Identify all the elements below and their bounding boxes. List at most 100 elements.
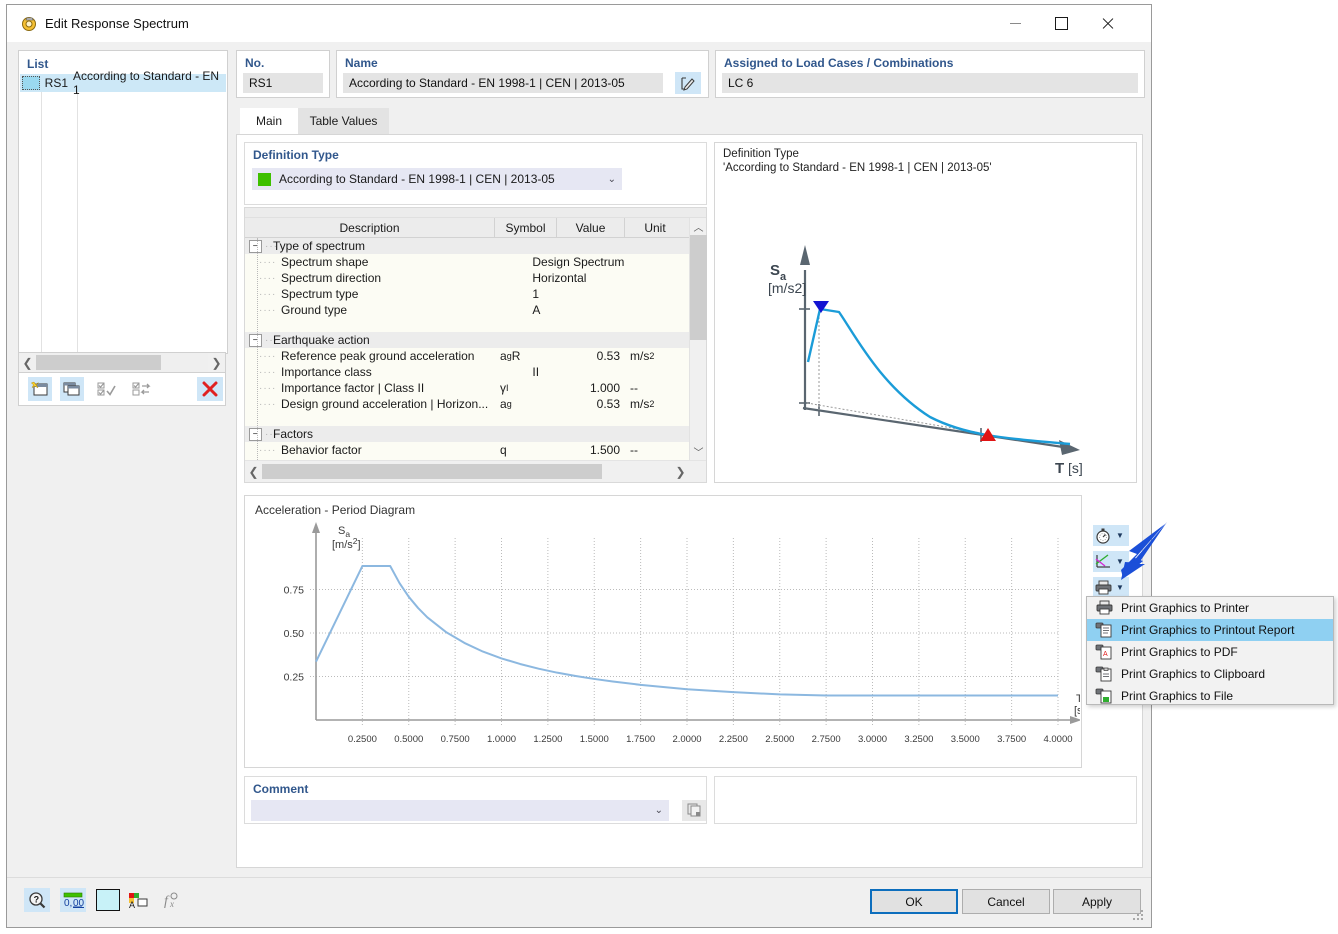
invert-selection-button[interactable] [130, 377, 154, 401]
vertical-scrollbar-thumb[interactable] [690, 235, 707, 340]
context-menu-item[interactable]: A Print Graphics to PDF [1087, 641, 1333, 663]
color-button[interactable] [95, 888, 121, 912]
cell-symbol: γI [500, 381, 509, 395]
table-row[interactable]: ···· Ground type A [245, 302, 691, 318]
delete-item-button[interactable] [197, 377, 223, 401]
cell-value[interactable]: 1.000 [557, 381, 625, 395]
diagram-canvas[interactable]: 0.25 0.50 0.75 0.2500 0.5000 0.7500 1.0000 1.25… [246, 520, 1086, 766]
ok-button[interactable]: OK [870, 889, 958, 914]
tab-main[interactable]: Main [240, 108, 298, 134]
no-label: No. [245, 56, 265, 70]
table-row[interactable]: ···· Spectrum direction Horizontal [245, 270, 691, 286]
cell-description-text: Spectrum shape [281, 255, 369, 269]
edit-name-button[interactable] [675, 72, 701, 94]
apply-button[interactable]: Apply [1053, 889, 1141, 914]
print-graphics-context-menu[interactable]: Print Graphics to Printer Print Graphics … [1086, 596, 1334, 705]
list-item[interactable]: RS1 According to Standard - EN 1 [20, 69, 226, 97]
formula-button[interactable]: f x [158, 888, 184, 912]
cell-value[interactable]: 1 [527, 287, 636, 301]
tree-guide-line [257, 238, 259, 460]
table-row[interactable]: ···· Reference peak ground acceleration a g… [245, 348, 691, 364]
cell-description-text: Reference peak ground acceleration [281, 349, 475, 363]
scrollbar-thumb[interactable] [36, 355, 161, 370]
context-menu-item[interactable]: Print Graphics to Clipboard [1087, 663, 1333, 685]
table-group-row[interactable]: − ··· Factors [245, 426, 691, 442]
table-row[interactable]: ···· Design ground acceleration | Horizon… [245, 396, 691, 412]
table-horizontal-scrollbar[interactable]: ❮ ❯ [245, 460, 706, 482]
column-header-description[interactable]: Description [245, 218, 495, 238]
units-button[interactable]: 0, 00 [60, 888, 86, 912]
new-item-button[interactable] [28, 377, 52, 401]
print-report-icon [1087, 622, 1121, 638]
minimize-button[interactable] [992, 5, 1038, 42]
list-horizontal-scrollbar[interactable]: ❮ ❯ [18, 352, 226, 373]
collapse-icon[interactable]: − [249, 333, 262, 347]
table-row[interactable]: ···· Behavior factor q 1.500 -- [245, 442, 691, 458]
chevron-down-icon[interactable]: ▼ [1113, 583, 1127, 592]
column-header-symbol[interactable]: Symbol [495, 218, 557, 238]
maximize-button[interactable] [1038, 5, 1084, 42]
info-button[interactable]: ? [24, 888, 50, 912]
cell-value[interactable]: II [527, 365, 636, 379]
print-graphics-button[interactable]: ▼ [1093, 577, 1129, 598]
tab-table-values[interactable]: Table Values [298, 108, 389, 134]
name-input[interactable]: According to Standard - EN 1998-1 | CEN … [343, 73, 663, 93]
chart-svg: 0.25 0.50 0.75 0.2500 0.5000 0.7500 1.0000 1.25… [284, 522, 1086, 745]
column-header-value[interactable]: Value [557, 218, 625, 238]
scroll-right-icon[interactable]: ❯ [208, 353, 225, 372]
comment-select[interactable]: ⌄ [251, 800, 669, 821]
context-menu-item[interactable]: Print Graphics to File [1087, 685, 1333, 707]
table-hscrollbar-thumb[interactable] [262, 464, 602, 479]
definition-type-selected-value: According to Standard - EN 1998-1 | CEN … [279, 172, 555, 186]
cell-value[interactable]: 1.500 [557, 443, 625, 457]
cell-value[interactable]: Horizontal [527, 271, 636, 285]
table-scroll-right-icon[interactable]: ❯ [672, 462, 689, 481]
cell-value[interactable]: 0.53 [557, 397, 625, 411]
x-axis-tick-label: 2.5000 [765, 734, 794, 745]
print-file-icon [1087, 688, 1121, 704]
no-input[interactable]: RS1 [243, 73, 323, 93]
table-row[interactable]: ···· Spectrum shape Design Spectrum [245, 254, 691, 270]
table-group-row[interactable]: − ··· Earthquake action [245, 332, 691, 348]
definition-type-select[interactable]: According to Standard - EN 1998-1 | CEN … [252, 168, 622, 190]
tab-table-values-label: Table Values [309, 114, 378, 128]
table-row[interactable]: ···· Spectrum type 1 [245, 286, 691, 302]
cell-value[interactable]: 0.53 [557, 349, 625, 363]
chevron-down-icon[interactable]: ▼ [1113, 557, 1127, 566]
axes-icon [1093, 552, 1113, 571]
x-axis-label: T [1076, 693, 1080, 705]
copy-item-button[interactable] [60, 377, 84, 401]
diagram-options-button[interactable]: ▼ [1093, 525, 1129, 546]
list-column-divider-1 [41, 74, 42, 352]
scrollbar-track[interactable] [36, 353, 208, 372]
context-menu-item[interactable]: Print Graphics to Printer [1087, 597, 1333, 619]
resize-grip-icon[interactable] [1133, 910, 1145, 922]
select-all-button[interactable] [95, 377, 119, 401]
comment-extra-panel [714, 776, 1137, 824]
scroll-left-icon[interactable]: ❮ [19, 353, 36, 372]
x-axis-tick-label: 1.0000 [487, 734, 516, 745]
collapse-icon[interactable]: − [249, 239, 262, 253]
chevron-down-icon[interactable]: ▼ [1113, 531, 1127, 540]
display-properties-button[interactable]: A [125, 888, 151, 912]
table-vertical-scrollbar[interactable]: ︿ ﹀ [689, 218, 707, 460]
comment-library-button[interactable] [682, 800, 706, 821]
scroll-up-icon[interactable]: ︿ [690, 218, 707, 235]
cell-description: ···· Importance factor | Class II [245, 381, 495, 395]
context-menu-item[interactable]: Print Graphics to Printout Report [1087, 619, 1333, 641]
table-row[interactable]: ···· Importance class II [245, 364, 691, 380]
y-axis-arrow [312, 522, 320, 533]
close-button[interactable] [1084, 5, 1130, 42]
svg-text:[m/s2]: [m/s2] [768, 280, 806, 296]
table-group-row[interactable]: − ··· Type of spectrum [245, 238, 691, 254]
scroll-down-icon[interactable]: ﹀ [690, 443, 707, 460]
cell-value[interactable]: A [527, 303, 636, 317]
table-scroll-left-icon[interactable]: ❮ [245, 462, 262, 481]
diagram-axes-button[interactable]: ▼ [1093, 551, 1129, 572]
cancel-button[interactable]: Cancel [962, 889, 1050, 914]
table-row[interactable]: ···· Importance factor | Class II γ I 1.000-… [245, 380, 691, 396]
collapse-icon[interactable]: − [249, 427, 262, 441]
column-header-unit[interactable]: Unit [625, 218, 685, 238]
cell-value[interactable]: Design Spectrum [527, 255, 636, 269]
x-axis-tick-label: 0.7500 [441, 734, 470, 745]
